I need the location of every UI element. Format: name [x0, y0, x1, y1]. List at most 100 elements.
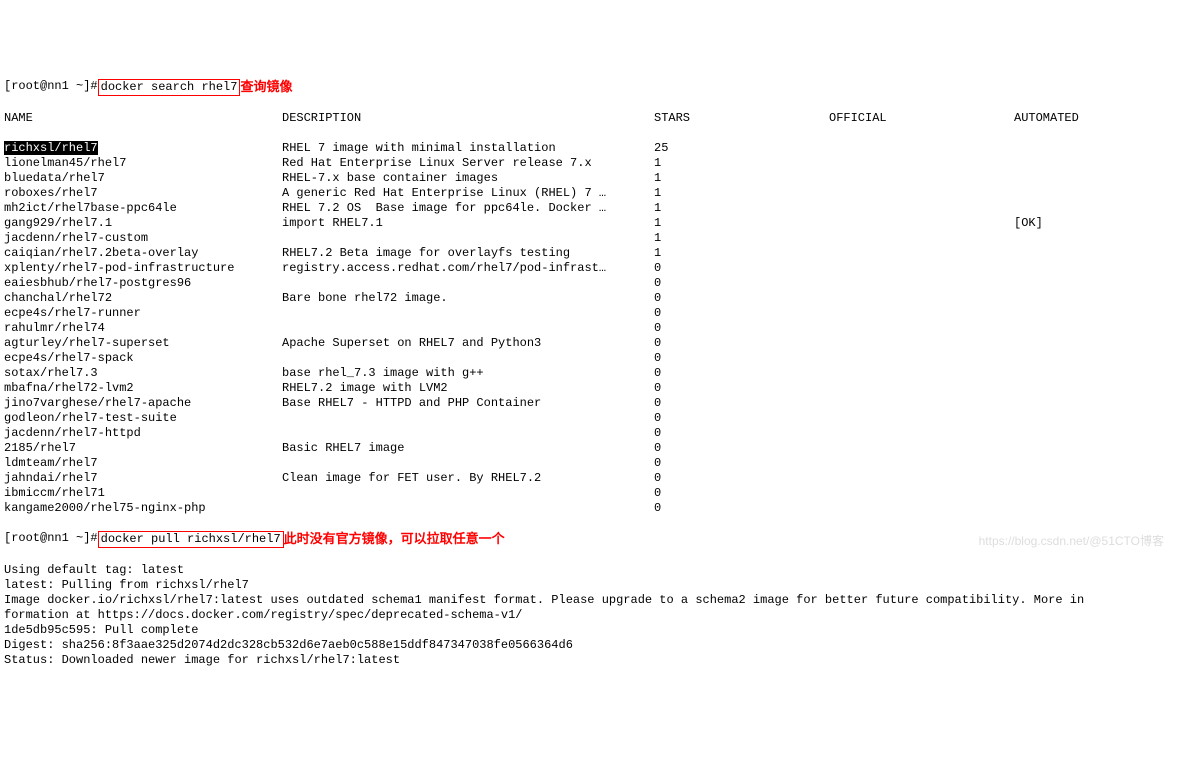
image-stars: 0 [654, 306, 829, 321]
image-description: Basic RHEL7 image [282, 441, 654, 456]
image-name: ldmteam/rhel7 [4, 456, 282, 471]
image-name: xplenty/rhel7-pod-infrastructure [4, 261, 282, 276]
image-stars: 1 [654, 246, 829, 261]
header-official: OFFICIAL [829, 111, 1014, 126]
image-name: bluedata/rhel7 [4, 171, 282, 186]
table-row: kangame2000/rhel75-nginx-php0 [4, 501, 1180, 516]
image-stars: 25 [654, 141, 829, 156]
image-description: Red Hat Enterprise Linux Server release … [282, 156, 654, 171]
image-stars: 0 [654, 276, 829, 291]
image-name: sotax/rhel7.3 [4, 366, 282, 381]
table-header: NAMEDESCRIPTIONSTARSOFFICIALAUTOMATED [4, 111, 1180, 126]
image-stars: 0 [654, 441, 829, 456]
table-row: jino7varghese/rhel7-apacheBase RHEL7 - H… [4, 396, 1180, 411]
table-row: mh2ict/rhel7base-ppc64leRHEL 7.2 OS Base… [4, 201, 1180, 216]
table-row: richxsl/rhel7RHEL 7 image with minimal i… [4, 141, 1180, 156]
image-name: ecpe4s/rhel7-runner [4, 306, 282, 321]
image-stars: 1 [654, 201, 829, 216]
header-name: NAME [4, 111, 282, 126]
output-line: Using default tag: latest [4, 563, 1180, 578]
output-line: latest: Pulling from richxsl/rhel7 [4, 578, 1180, 593]
image-stars: 1 [654, 156, 829, 171]
image-official [829, 456, 1014, 471]
image-official [829, 291, 1014, 306]
image-stars: 0 [654, 456, 829, 471]
image-official [829, 306, 1014, 321]
image-official [829, 396, 1014, 411]
image-description [282, 426, 654, 441]
table-row: ibmiccm/rhel71 0 [4, 486, 1180, 501]
image-official [829, 471, 1014, 486]
image-name: mbafna/rhel72-lvm2 [4, 381, 282, 396]
image-name: ibmiccm/rhel71 [4, 486, 282, 501]
image-name: chanchal/rhel72 [4, 291, 282, 306]
table-row: godleon/rhel7-test-suite 0 [4, 411, 1180, 426]
prompt: [root@nn1 ~]# [4, 531, 98, 548]
image-official [829, 351, 1014, 366]
annotation-1: 查询镜像 [240, 79, 292, 96]
image-stars: 0 [654, 411, 829, 426]
image-description: RHEL-7.x base container images [282, 171, 654, 186]
image-official [829, 171, 1014, 186]
image-stars: 0 [654, 396, 829, 411]
table-row: 2185/rhel7Basic RHEL7 image0 [4, 441, 1180, 456]
image-official [829, 276, 1014, 291]
image-stars: 1 [654, 186, 829, 201]
image-description: Base RHEL7 - HTTPD and PHP Container [282, 396, 654, 411]
image-stars: 0 [654, 381, 829, 396]
table-row: chanchal/rhel72Bare bone rhel72 image.0 [4, 291, 1180, 306]
image-description [282, 456, 654, 471]
output-line: Digest: sha256:8f3aae325d2074d2dc328cb53… [4, 638, 1180, 653]
image-official [829, 441, 1014, 456]
image-name: jino7varghese/rhel7-apache [4, 396, 282, 411]
image-stars: 0 [654, 351, 829, 366]
image-description [282, 321, 654, 336]
image-name: mh2ict/rhel7base-ppc64le [4, 201, 282, 216]
image-description: Clean image for FET user. By RHEL7.2 [282, 471, 654, 486]
image-description [282, 306, 654, 321]
output-line: 1de5db95c595: Pull complete [4, 623, 1180, 638]
image-automated: [OK] [1014, 216, 1043, 231]
table-row: jacdenn/rhel7-custom 1 [4, 231, 1180, 246]
annotation-2: 此时没有官方镜像，可以拉取任意一个 [284, 531, 505, 548]
image-stars: 0 [654, 366, 829, 381]
image-official [829, 381, 1014, 396]
prompt: [root@nn1 ~]# [4, 79, 98, 96]
image-name: jacdenn/rhel7-custom [4, 231, 282, 246]
terminal-output: [root@nn1 ~]# docker search rhel7 查询镜像 N… [4, 64, 1180, 683]
image-name: gang929/rhel7.1 [4, 216, 282, 231]
image-description [282, 351, 654, 366]
image-name: ecpe4s/rhel7-spack [4, 351, 282, 366]
image-official [829, 501, 1014, 516]
image-name: rahulmr/rhel74 [4, 321, 282, 336]
table-row: ecpe4s/rhel7-spack 0 [4, 351, 1180, 366]
image-description [282, 501, 654, 516]
image-official [829, 336, 1014, 351]
image-name: 2185/rhel7 [4, 441, 282, 456]
table-row: rahulmr/rhel740 [4, 321, 1180, 336]
image-stars: 0 [654, 471, 829, 486]
table-row: xplenty/rhel7-pod-infrastructureregistry… [4, 261, 1180, 276]
image-stars: 0 [654, 486, 829, 501]
table-row: caiqian/rhel7.2beta-overlayRHEL7.2 Beta … [4, 246, 1180, 261]
image-official [829, 321, 1014, 336]
output-line: Image docker.io/richxsl/rhel7:latest use… [4, 593, 1180, 608]
image-name: eaiesbhub/rhel7-postgres96 [4, 276, 282, 291]
image-stars: 0 [654, 426, 829, 441]
table-row: bluedata/rhel7RHEL-7.x base container im… [4, 171, 1180, 186]
image-official [829, 231, 1014, 246]
image-official [829, 186, 1014, 201]
table-row: agturley/rhel7-supersetApache Superset o… [4, 336, 1180, 351]
image-name: kangame2000/rhel75-nginx-php [4, 501, 282, 516]
table-row: lionelman45/rhel7Red Hat Enterprise Linu… [4, 156, 1180, 171]
table-row: eaiesbhub/rhel7-postgres96 0 [4, 276, 1180, 291]
command-line-1: [root@nn1 ~]# docker search rhel7 查询镜像 [4, 79, 1180, 96]
image-stars: 1 [654, 231, 829, 246]
table-row: mbafna/rhel72-lvm2RHEL7.2 image with LVM… [4, 381, 1180, 396]
image-official [829, 156, 1014, 171]
table-row: roboxes/rhel7A generic Red Hat Enterpris… [4, 186, 1180, 201]
table-row: jahndai/rhel7Clean image for FET user. B… [4, 471, 1180, 486]
output-line: Status: Downloaded newer image for richx… [4, 653, 1180, 668]
image-description: RHEL 7 image with minimal installation [282, 141, 654, 156]
image-name: godleon/rhel7-test-suite [4, 411, 282, 426]
